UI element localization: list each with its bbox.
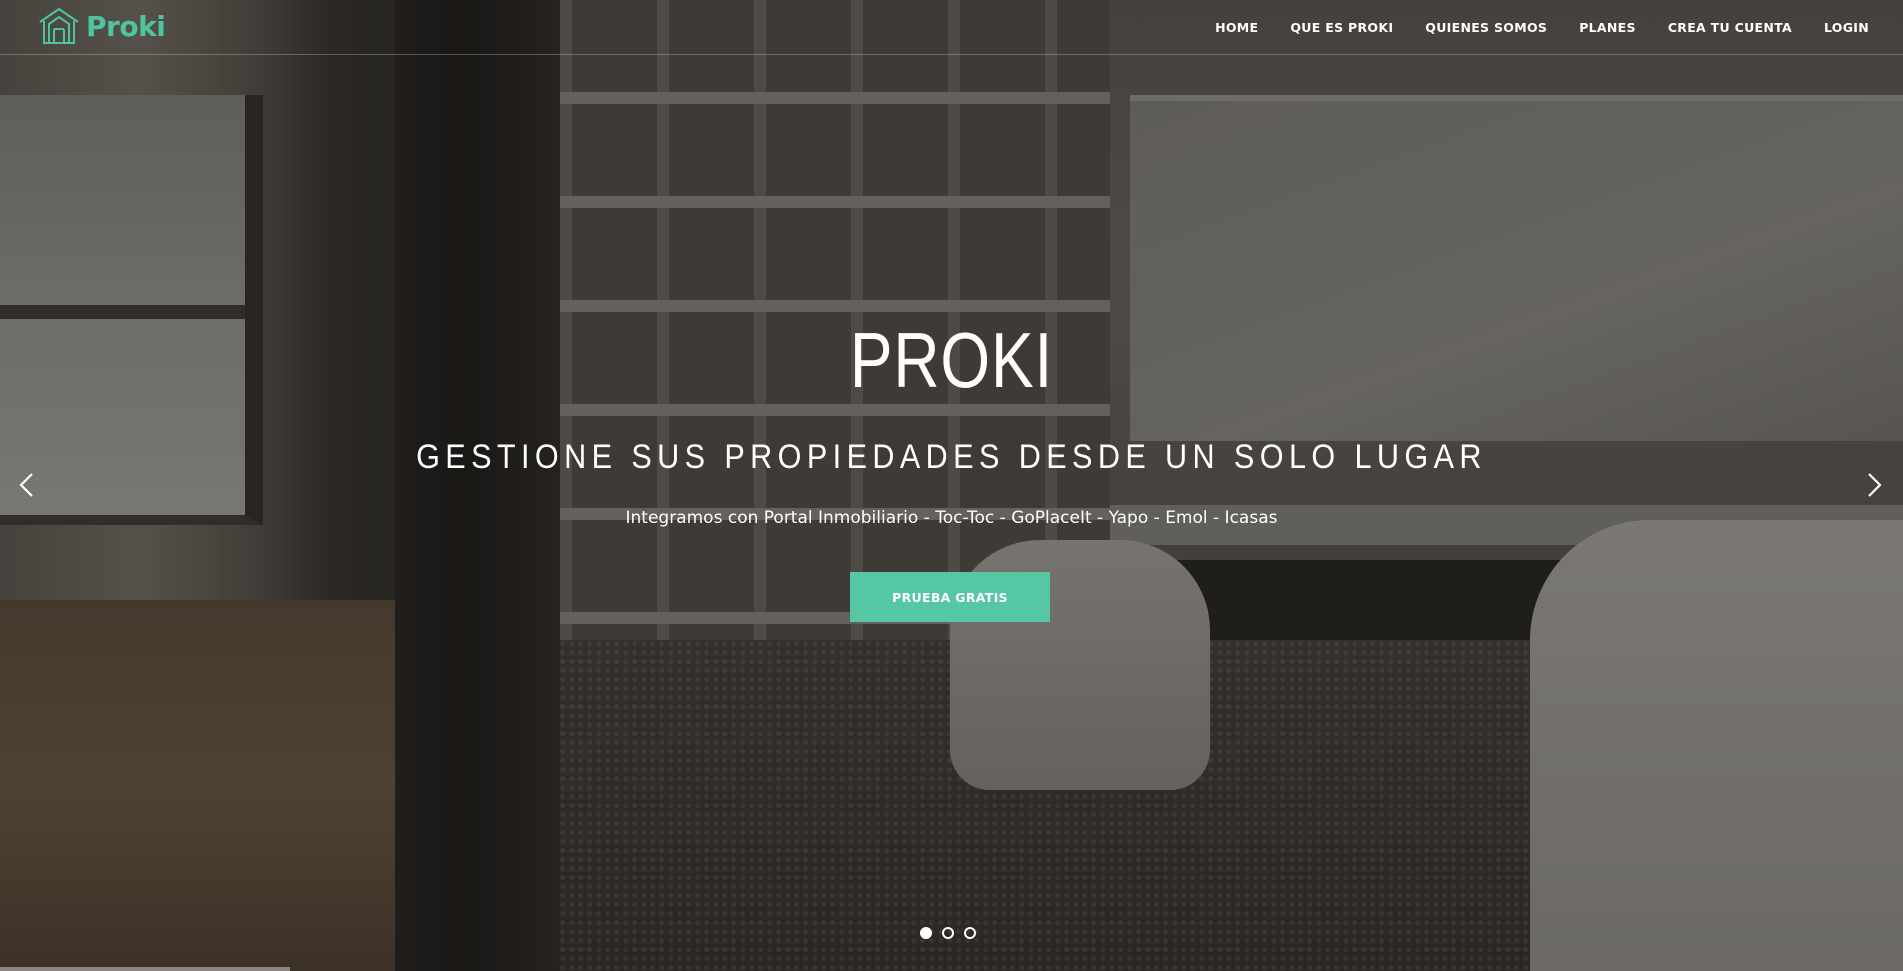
hero-title: PROKI (849, 316, 1054, 404)
carousel-indicators (920, 927, 976, 939)
carousel-dot-2[interactable] (942, 927, 954, 939)
bottom-edge-strip (0, 967, 290, 971)
hero-subtitle: GESTIONE SUS PROPIEDADES DESDE UN SOLO L… (416, 438, 1487, 476)
free-trial-button[interactable]: PRUEBA GRATIS (850, 572, 1050, 622)
hero-carousel: Proki HOME QUE ES PROKI QUIENES SOMOS PL… (0, 0, 1903, 971)
carousel-next-button[interactable] (1859, 470, 1889, 500)
carousel-prev-button[interactable] (12, 470, 42, 500)
hero-integrations-text: Integramos con Portal Inmobiliario - Toc… (625, 508, 1278, 528)
hero-content: PROKI GESTIONE SUS PROPIEDADES DESDE UN … (0, 0, 1903, 971)
carousel-dot-1[interactable] (920, 927, 932, 939)
chevron-left-icon (19, 473, 33, 497)
chevron-right-icon (1868, 473, 1882, 497)
carousel-dot-3[interactable] (964, 927, 976, 939)
